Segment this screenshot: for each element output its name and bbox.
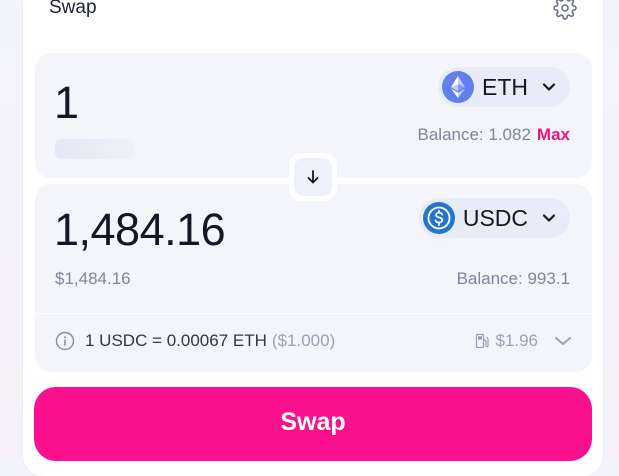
swap-button[interactable]: Swap bbox=[34, 387, 592, 461]
usdc-icon bbox=[422, 202, 455, 234]
max-button[interactable]: Max bbox=[537, 125, 570, 144]
fiat-value-loading bbox=[55, 139, 135, 159]
chevron-down-icon bbox=[542, 214, 556, 222]
switch-tokens-inner[interactable] bbox=[294, 158, 332, 196]
page-title: Swap bbox=[49, 0, 97, 18]
arrow-down-icon bbox=[307, 170, 319, 184]
chevron-down-icon bbox=[542, 83, 556, 91]
sell-balance-text: Balance: 1.082 bbox=[417, 125, 531, 144]
sell-token-selector[interactable]: ETH bbox=[438, 67, 570, 107]
exchange-rate-row[interactable]: 1 USDC = 0.00067 ETH ($1.000) $1.96 bbox=[55, 327, 572, 355]
divider bbox=[35, 313, 592, 314]
buy-amount-input[interactable]: 1,484.16 bbox=[54, 204, 226, 256]
sell-amount-input[interactable]: 1 bbox=[54, 77, 79, 129]
sell-balance: Balance: 1.082 Max bbox=[418, 125, 571, 145]
info-icon[interactable] bbox=[55, 331, 75, 351]
buy-token-selector[interactable]: USDC bbox=[418, 198, 570, 238]
swap-header: Swap bbox=[49, 0, 577, 20]
sell-token-symbol: ETH bbox=[482, 73, 528, 100]
gas-fee: $1.96 bbox=[495, 331, 538, 350]
ethereum-icon bbox=[442, 71, 474, 103]
buy-fiat-value: $1,484.16 bbox=[55, 269, 131, 288]
buy-balance: Balance: 993.1 bbox=[456, 269, 570, 288]
exchange-rate: 1 USDC = 0.00067 ETH bbox=[85, 331, 267, 350]
exchange-rate-usd: ($1.000) bbox=[271, 331, 336, 350]
buy-token-symbol: USDC bbox=[462, 204, 528, 231]
chevron-down-icon[interactable] bbox=[554, 335, 572, 347]
swap-card: Swap 1 ETH Balance: 1.082 Max 1,484.16 $… bbox=[23, 0, 603, 476]
gas-pump-icon bbox=[476, 333, 490, 349]
buy-panel: 1,484.16 $1,484.16 USDC Balance: 993.1 1… bbox=[35, 184, 592, 372]
switch-tokens-button[interactable] bbox=[289, 153, 337, 201]
gear-icon[interactable] bbox=[553, 0, 577, 20]
